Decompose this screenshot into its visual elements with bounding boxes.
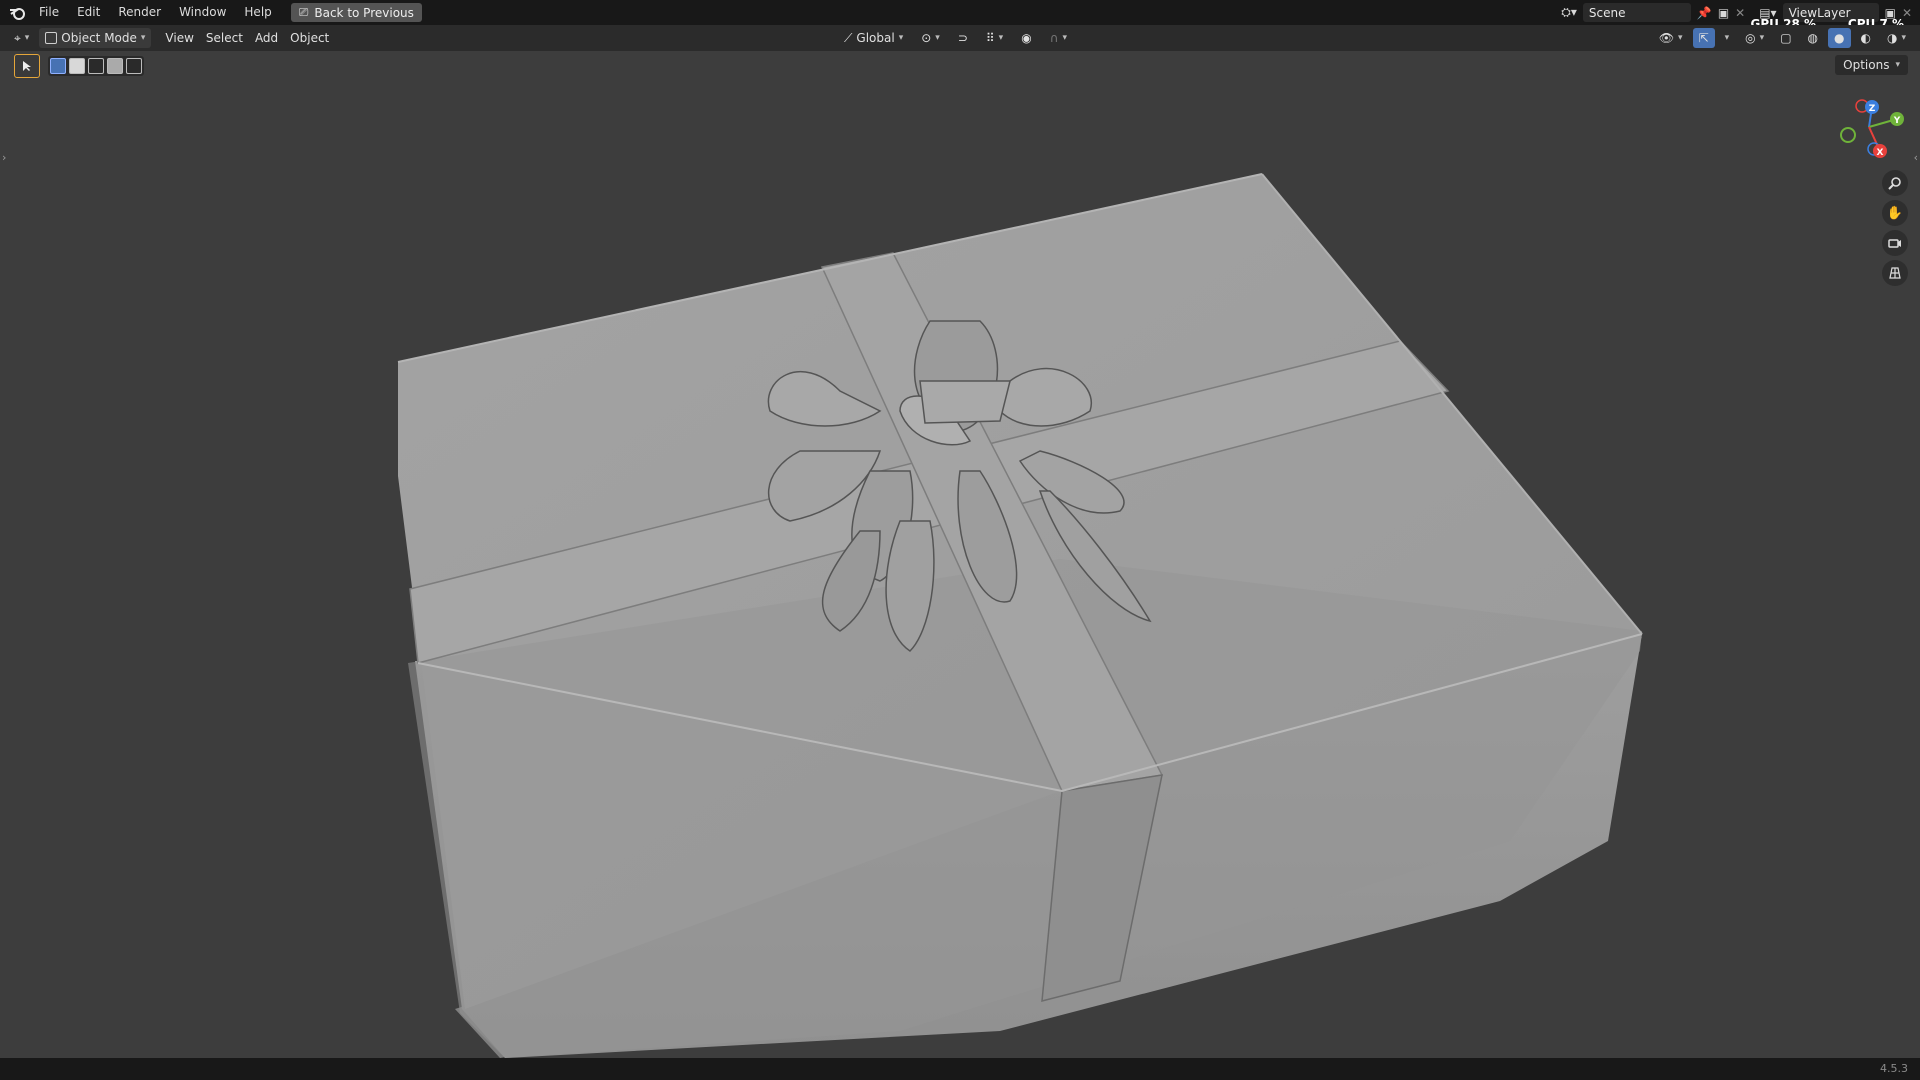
gift-box-model[interactable]: [0, 51, 1920, 1058]
options-dropdown[interactable]: Options ▾: [1835, 55, 1908, 75]
top-menu-bar: File Edit Render Window Help ⎚ Back to P…: [0, 0, 1920, 31]
camera-view-icon[interactable]: [1882, 230, 1908, 256]
menu-object[interactable]: Object: [284, 28, 335, 48]
transform-controls: ⟋ Global ▾ ⊙ ▾ ⊃ ⠿ ▾ ◉ ∩ ▾: [838, 28, 1073, 48]
snap-target-icon[interactable]: ⠿ ▾: [980, 28, 1009, 48]
zoom-icon[interactable]: [1882, 170, 1908, 196]
wireframe-shading-icon[interactable]: ◍: [1802, 28, 1824, 48]
tool-settings-row: [14, 54, 144, 78]
menu-file[interactable]: File: [30, 0, 68, 25]
xray-icon[interactable]: ▢: [1774, 28, 1797, 48]
proportional-edit-icon[interactable]: ◉: [1015, 28, 1037, 48]
select-extend-icon[interactable]: [69, 58, 85, 74]
chevron-down-icon: ▾: [898, 33, 904, 43]
options-label: Options: [1843, 58, 1890, 72]
select-intersect-icon[interactable]: [126, 58, 142, 74]
menu-view[interactable]: View: [159, 28, 199, 48]
select-subtract-icon[interactable]: [88, 58, 104, 74]
solid-shading-icon[interactable]: ●: [1828, 28, 1851, 48]
mode-label: Object Mode: [61, 31, 137, 45]
editor-type-button[interactable]: ⌖ ▾: [8, 28, 35, 48]
viewport-display-controls: 👁 ▾ ⇱ ▾ ◎ ▾ ▢ ◍ ● ◐ ◑ ▾: [1653, 28, 1912, 48]
back-to-previous-button[interactable]: ⎚ Back to Previous: [290, 3, 422, 22]
orientation-label: Global: [856, 31, 895, 45]
visibility-icon[interactable]: 👁 ▾: [1653, 28, 1689, 48]
chevron-down-icon: ▾: [140, 33, 146, 43]
object-mode-icon: [45, 32, 58, 44]
version-label: 4.5.3: [1880, 1062, 1908, 1075]
pivot-point-icon[interactable]: ⊙ ▾: [915, 28, 946, 48]
falloff-icon[interactable]: ∩ ▾: [1044, 28, 1073, 48]
transform-orientation-dropdown[interactable]: ⟋ Global ▾: [838, 28, 909, 48]
select-tool-icon[interactable]: [14, 54, 40, 78]
editor-type-icon: ⌖: [14, 30, 21, 45]
scene-new-icon[interactable]: ▣: [1718, 6, 1729, 20]
menu-help[interactable]: Help: [235, 0, 280, 25]
mode-dropdown[interactable]: Object Mode ▾: [39, 28, 152, 48]
scene-close-icon[interactable]: ✕: [1735, 6, 1745, 20]
menu-render[interactable]: Render: [109, 0, 170, 25]
navigation-gizmo[interactable]: Z Y X: [1834, 92, 1904, 162]
orientation-icon: ⟋: [844, 30, 853, 45]
menu-window[interactable]: Window: [170, 0, 235, 25]
scene-name: Scene: [1588, 5, 1626, 20]
scene-selector[interactable]: Scene: [1582, 3, 1691, 22]
selection-mode-group: [48, 56, 144, 76]
back-to-previous-label: Back to Previous: [314, 5, 414, 20]
gizmo-dropdown-icon[interactable]: ▾: [1719, 28, 1736, 48]
menu-edit[interactable]: Edit: [68, 0, 109, 25]
pan-hand-icon[interactable]: ✋: [1882, 200, 1908, 226]
gizmo-z-label: Z: [1869, 104, 1876, 114]
gizmo-y-label: Y: [1893, 116, 1901, 126]
status-bar: 4.5.3: [0, 1058, 1920, 1080]
gizmo-x-label: X: [1877, 148, 1884, 158]
menu-add[interactable]: Add: [249, 28, 284, 48]
viewport-header: ⌖ ▾ Object Mode ▾ View Select Add Object …: [0, 25, 1920, 51]
toolbar-expand-icon[interactable]: ›: [2, 151, 6, 164]
material-shading-icon[interactable]: ◐: [1855, 28, 1877, 48]
scene-icon[interactable]: ⛭▾: [1561, 5, 1577, 20]
blender-logo-icon[interactable]: [4, 0, 30, 25]
back-icon: ⎚: [298, 5, 309, 19]
rendered-shading-icon[interactable]: ◑ ▾: [1881, 28, 1912, 48]
select-invert-icon[interactable]: [107, 58, 123, 74]
overlays-icon[interactable]: ◎ ▾: [1739, 28, 1770, 48]
sidebar-expand-icon[interactable]: ‹: [1914, 151, 1918, 164]
gizmo-toggle-icon[interactable]: ⇱: [1692, 28, 1715, 48]
scene-pin-icon[interactable]: 📌: [1697, 6, 1712, 20]
select-new-icon[interactable]: [50, 58, 66, 74]
menu-select[interactable]: Select: [200, 28, 249, 48]
3d-viewport[interactable]: › ‹: [0, 51, 1920, 1058]
chevron-down-icon: ▾: [1895, 60, 1900, 70]
perspective-grid-icon[interactable]: [1882, 260, 1908, 286]
snap-toggle-icon[interactable]: ⊃: [952, 28, 974, 48]
